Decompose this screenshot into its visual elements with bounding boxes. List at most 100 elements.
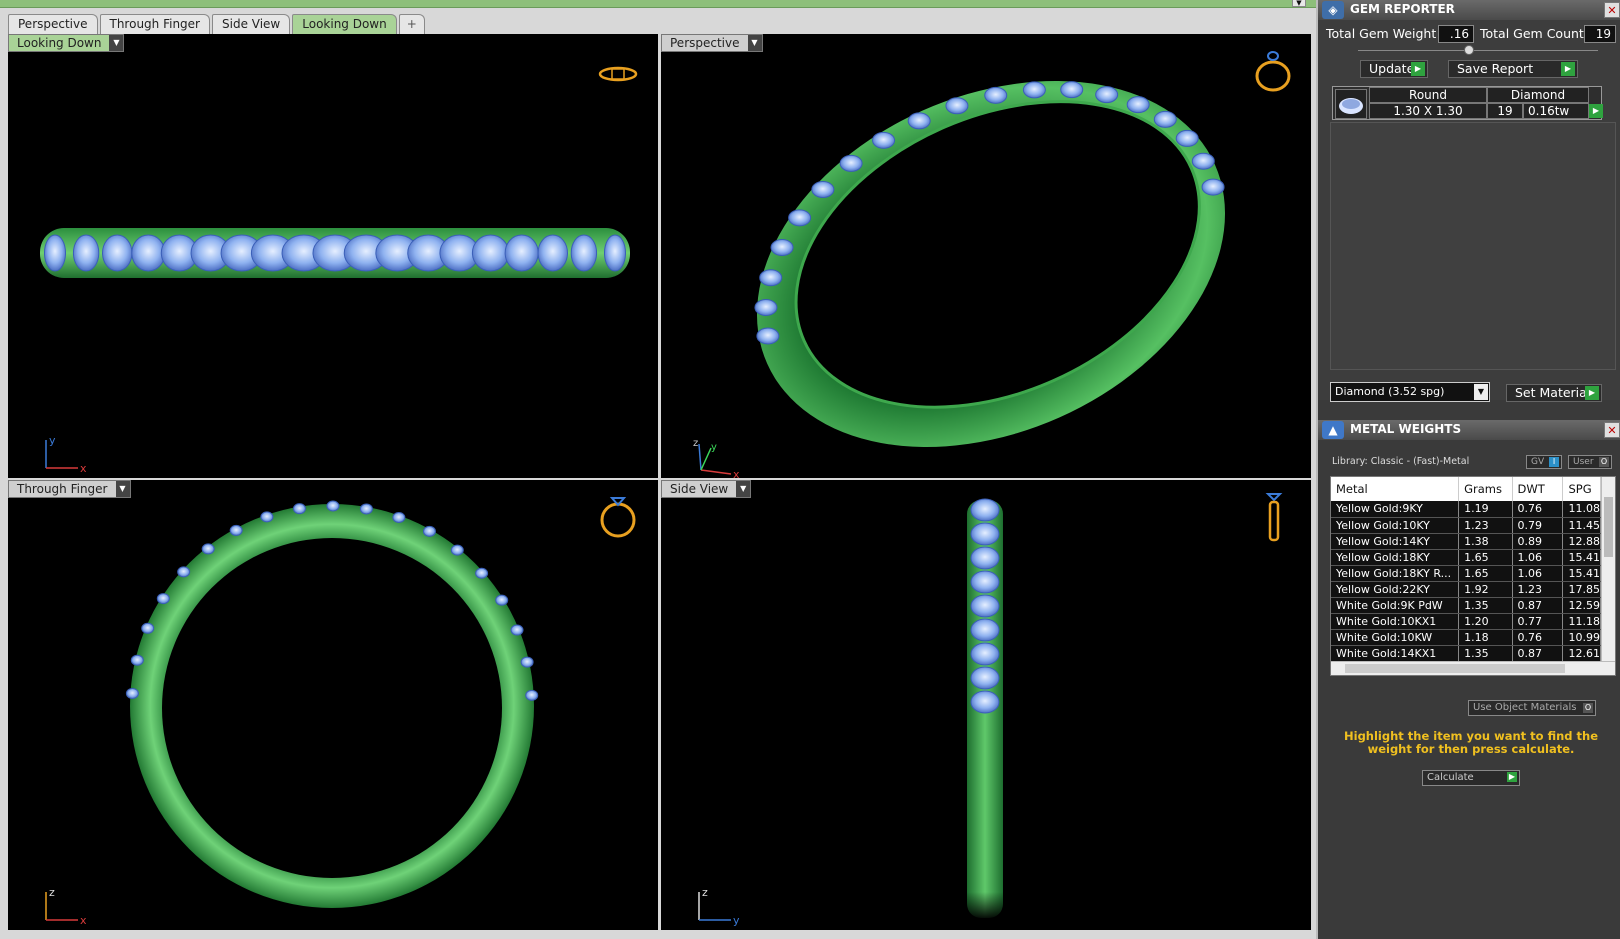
scrollbar-thumb[interactable] bbox=[1604, 497, 1613, 557]
dwt-cell: 1.06 bbox=[1512, 565, 1564, 582]
ring-orientation-icon[interactable] bbox=[1259, 490, 1289, 544]
viewport-label-side-view[interactable]: Side View ▼ bbox=[661, 480, 752, 498]
add-tab-button[interactable]: + bbox=[398, 14, 425, 34]
table-row[interactable]: Yellow Gold:18KY R... 1.65 1.06 15.41 bbox=[1331, 565, 1601, 582]
table-row[interactable]: White Gold:14KX1 1.35 0.87 12.61 bbox=[1331, 645, 1601, 662]
slider-track[interactable] bbox=[1358, 50, 1598, 51]
metal-cell: Yellow Gold:22KY bbox=[1331, 581, 1460, 598]
command-bar[interactable]: ▼ bbox=[0, 0, 1316, 8]
gem-shape-icon bbox=[495, 594, 509, 606]
tab-perspective[interactable]: Perspective bbox=[8, 14, 98, 34]
viewport-side-view[interactable]: Side View ▼ z y bbox=[661, 480, 1311, 930]
metal-cell: Yellow Gold:14KY bbox=[1331, 533, 1460, 550]
gem-shape-icon bbox=[872, 131, 896, 149]
ring-orientation-icon[interactable] bbox=[596, 490, 640, 542]
viewport-label-through-finger[interactable]: Through Finger ▼ bbox=[8, 480, 131, 498]
viewport-looking-down[interactable]: Looking Down ▼ y x bbox=[8, 34, 658, 478]
save-report-button[interactable]: Save Report ▶ bbox=[1448, 60, 1578, 78]
axis-x-label: x bbox=[733, 468, 740, 478]
gem-shape-icon bbox=[603, 234, 627, 272]
table-row[interactable]: White Gold:10KX1 1.20 0.77 11.18 bbox=[1331, 613, 1601, 630]
gem-shape-icon bbox=[141, 622, 155, 634]
gem-shape-icon bbox=[1153, 110, 1177, 128]
grams-cell: 1.19 bbox=[1458, 501, 1513, 518]
grams-cell: 1.35 bbox=[1458, 645, 1513, 662]
gem-shape-icon bbox=[970, 618, 1000, 642]
update-button[interactable]: Update ▶ bbox=[1360, 60, 1428, 78]
dwt-cell: 0.87 bbox=[1512, 645, 1564, 662]
viewport-menu-icon[interactable]: ▼ bbox=[109, 35, 124, 51]
axis-z-label: z bbox=[693, 438, 698, 449]
gem-thumbnail-icon[interactable] bbox=[1335, 89, 1367, 119]
command-dropdown-icon[interactable]: ▼ bbox=[1292, 0, 1306, 7]
gem-shape-icon bbox=[788, 209, 812, 227]
axis-z-label: z bbox=[702, 886, 708, 899]
viewport-label-perspective[interactable]: Perspective ▼ bbox=[661, 34, 763, 52]
spg-cell: 10.99 bbox=[1562, 629, 1601, 646]
gem-list-area bbox=[1330, 122, 1616, 370]
table-row[interactable]: White Gold:10KW 1.18 0.76 10.99 bbox=[1331, 629, 1601, 646]
set-material-button[interactable]: Set Material ▶ bbox=[1506, 384, 1602, 402]
tab-looking-down[interactable]: Looking Down bbox=[292, 14, 397, 34]
viewport-menu-icon[interactable]: ▼ bbox=[747, 35, 762, 51]
gem-shape-icon bbox=[770, 239, 794, 257]
spg-cell: 11.18 bbox=[1562, 613, 1601, 630]
metal-weights-logo-icon: ▲ bbox=[1322, 421, 1344, 439]
gem-shape-icon bbox=[72, 234, 100, 272]
gem-shape-icon bbox=[970, 666, 1000, 690]
gv-toggle[interactable]: GV I bbox=[1526, 455, 1562, 469]
user-toggle[interactable]: User O bbox=[1568, 455, 1612, 469]
column-header-grams[interactable]: Grams bbox=[1458, 477, 1513, 501]
ring-front-view bbox=[125, 500, 539, 908]
tab-side-view[interactable]: Side View bbox=[212, 14, 291, 34]
close-icon[interactable]: ✕ bbox=[1604, 2, 1620, 18]
column-header-metal[interactable]: Metal bbox=[1331, 477, 1460, 501]
ring-orientation-icon[interactable] bbox=[1251, 48, 1295, 94]
table-row[interactable]: Yellow Gold:9KY 1.19 0.76 11.08 bbox=[1331, 501, 1601, 518]
table-row[interactable]: Yellow Gold:14KY 1.38 0.89 12.88 bbox=[1331, 533, 1601, 550]
chevron-down-icon[interactable]: ▼ bbox=[1474, 384, 1488, 400]
metal-weights-table: Metal Grams DWT SPG Yellow Gold:9KY 1.19 0… bbox=[1330, 476, 1616, 676]
workspace: ▼ Perspective Through Finger Side View L… bbox=[0, 0, 1316, 939]
material-select[interactable]: Diamond (3.52 spg) ▼ bbox=[1330, 382, 1490, 402]
play-icon: ▶ bbox=[1561, 62, 1575, 76]
horizontal-scrollbar[interactable] bbox=[1331, 661, 1615, 675]
slider-handle[interactable] bbox=[1464, 45, 1474, 55]
vertical-scrollbar[interactable] bbox=[1601, 477, 1615, 661]
toggle-off-icon: O bbox=[1599, 457, 1609, 467]
ring-orientation-icon[interactable] bbox=[596, 62, 640, 86]
viewport-perspective[interactable]: Perspective ▼ z y x bbox=[661, 34, 1311, 478]
column-header-dwt[interactable]: DWT bbox=[1512, 477, 1564, 501]
grams-cell: 1.65 bbox=[1458, 549, 1513, 566]
table-row[interactable]: White Gold:9K PdW 1.35 0.87 12.59 bbox=[1331, 597, 1601, 614]
grams-cell: 1.38 bbox=[1458, 533, 1513, 550]
table-row[interactable]: Yellow Gold:22KY 1.92 1.23 17.85 bbox=[1331, 581, 1601, 598]
library-label: Library: Classic - (Fast)-Metal bbox=[1332, 456, 1470, 467]
gem-shape-icon bbox=[970, 522, 1000, 546]
play-icon: ▶ bbox=[1507, 772, 1517, 782]
close-icon[interactable]: ✕ bbox=[1604, 422, 1620, 438]
metal-cell: Yellow Gold:18KY bbox=[1331, 549, 1460, 566]
metal-cell: White Gold:9K PdW bbox=[1331, 597, 1460, 614]
table-row[interactable]: Yellow Gold:18KY 1.65 1.06 15.41 bbox=[1331, 549, 1601, 566]
ring-perspective-view bbox=[754, 81, 1226, 447]
app-window: { "tabs": [ {"label": "Perspective", "ac… bbox=[0, 0, 1620, 939]
gem-shape-icon bbox=[125, 687, 139, 699]
viewport-menu-icon[interactable]: ▼ bbox=[736, 481, 751, 497]
calculate-button[interactable]: Calculate ▶ bbox=[1422, 770, 1520, 786]
metal-cell: Yellow Gold:9KY bbox=[1331, 501, 1460, 518]
column-header-spg[interactable]: SPG bbox=[1562, 477, 1601, 501]
gem-list: Round Diamond 1.30 X 1.30 19 0.16tw ▶ bbox=[1332, 86, 1603, 120]
grams-cell: 1.23 bbox=[1458, 517, 1513, 534]
play-icon: ▶ bbox=[1411, 62, 1425, 76]
gem-shape-icon bbox=[1022, 81, 1046, 99]
gem-row-play-icon[interactable]: ▶ bbox=[1589, 104, 1603, 118]
table-row[interactable]: Yellow Gold:10KY 1.23 0.79 11.45 bbox=[1331, 517, 1601, 534]
scrollbar-thumb[interactable] bbox=[1345, 664, 1565, 673]
viewport-menu-icon[interactable]: ▼ bbox=[115, 481, 130, 497]
viewport-through-finger[interactable]: Through Finger ▼ z x bbox=[8, 480, 658, 930]
viewport-label-looking-down[interactable]: Looking Down ▼ bbox=[8, 34, 125, 52]
use-object-materials-toggle[interactable]: Use Object Materials O bbox=[1468, 700, 1596, 716]
play-icon: ▶ bbox=[1585, 386, 1599, 400]
tab-through-finger[interactable]: Through Finger bbox=[99, 14, 210, 34]
